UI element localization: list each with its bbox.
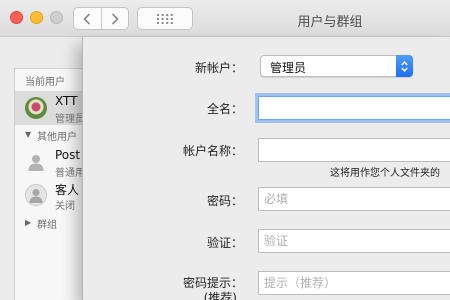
password-hint-field[interactable] xyxy=(258,271,450,295)
verify-label: 验证： xyxy=(206,236,243,250)
account-name-hint: 这将用作您个人文件夹的 xyxy=(330,168,440,179)
groups-label: 群组 xyxy=(37,220,57,231)
updown-arrows-icon xyxy=(396,55,413,77)
password-hint-input[interactable] xyxy=(259,272,450,294)
full-name-field[interactable] xyxy=(258,96,450,120)
new-account-sheet: 新帐户： 管理员 全名： 帐户名称： 这将用作您个人文件夹的 密码： 验证： 密… xyxy=(82,37,450,300)
forward-button[interactable] xyxy=(100,8,129,29)
user-sub: 关闭 xyxy=(55,201,75,212)
full-name-input[interactable] xyxy=(259,97,450,119)
current-user-name: XTT xyxy=(55,94,78,108)
account-type-popup[interactable]: 管理员 xyxy=(260,55,413,77)
minimize-window-button[interactable] xyxy=(30,11,43,24)
account-name-input[interactable] xyxy=(259,139,450,161)
password-input[interactable] xyxy=(259,188,450,210)
user-name: Post xyxy=(55,148,81,162)
verify-field[interactable] xyxy=(258,229,450,253)
current-user-role: 管理员 xyxy=(55,114,85,125)
password-hint-sublabel: (推荐) xyxy=(203,291,237,300)
chevron-left-icon xyxy=(83,12,91,25)
other-users-label: 其他用户 xyxy=(37,132,77,143)
account-name-field[interactable] xyxy=(258,138,450,162)
disclosure-triangle-icon[interactable]: ▶ xyxy=(25,218,31,227)
chevron-right-icon xyxy=(111,12,119,25)
grid-icon xyxy=(157,13,173,24)
person-icon xyxy=(25,151,47,173)
password-label: 密码： xyxy=(206,194,243,208)
new-account-label: 新帐户： xyxy=(194,61,243,75)
full-name-label: 全名： xyxy=(206,102,243,116)
close-window-button[interactable] xyxy=(10,11,23,24)
password-field[interactable] xyxy=(258,187,450,211)
window-title: 用户与群组 xyxy=(297,15,363,30)
title-bar: 用户与群组 xyxy=(0,0,450,37)
show-all-button[interactable] xyxy=(137,7,193,30)
navigation-buttons xyxy=(73,7,129,30)
back-button[interactable] xyxy=(74,8,101,29)
verify-input[interactable] xyxy=(259,230,450,252)
account-name-label: 帐户名称： xyxy=(182,144,243,158)
current-users-label: 当前用户 xyxy=(25,77,65,88)
account-type-value: 管理员 xyxy=(270,61,307,75)
user-sub: 普通用 xyxy=(55,168,85,179)
user-avatar xyxy=(25,97,47,119)
user-name: 客人 xyxy=(55,183,80,197)
disclosure-triangle-icon[interactable]: ▼ xyxy=(25,130,31,139)
guest-user-icon xyxy=(25,184,47,206)
zoom-window-button[interactable] xyxy=(50,11,63,24)
